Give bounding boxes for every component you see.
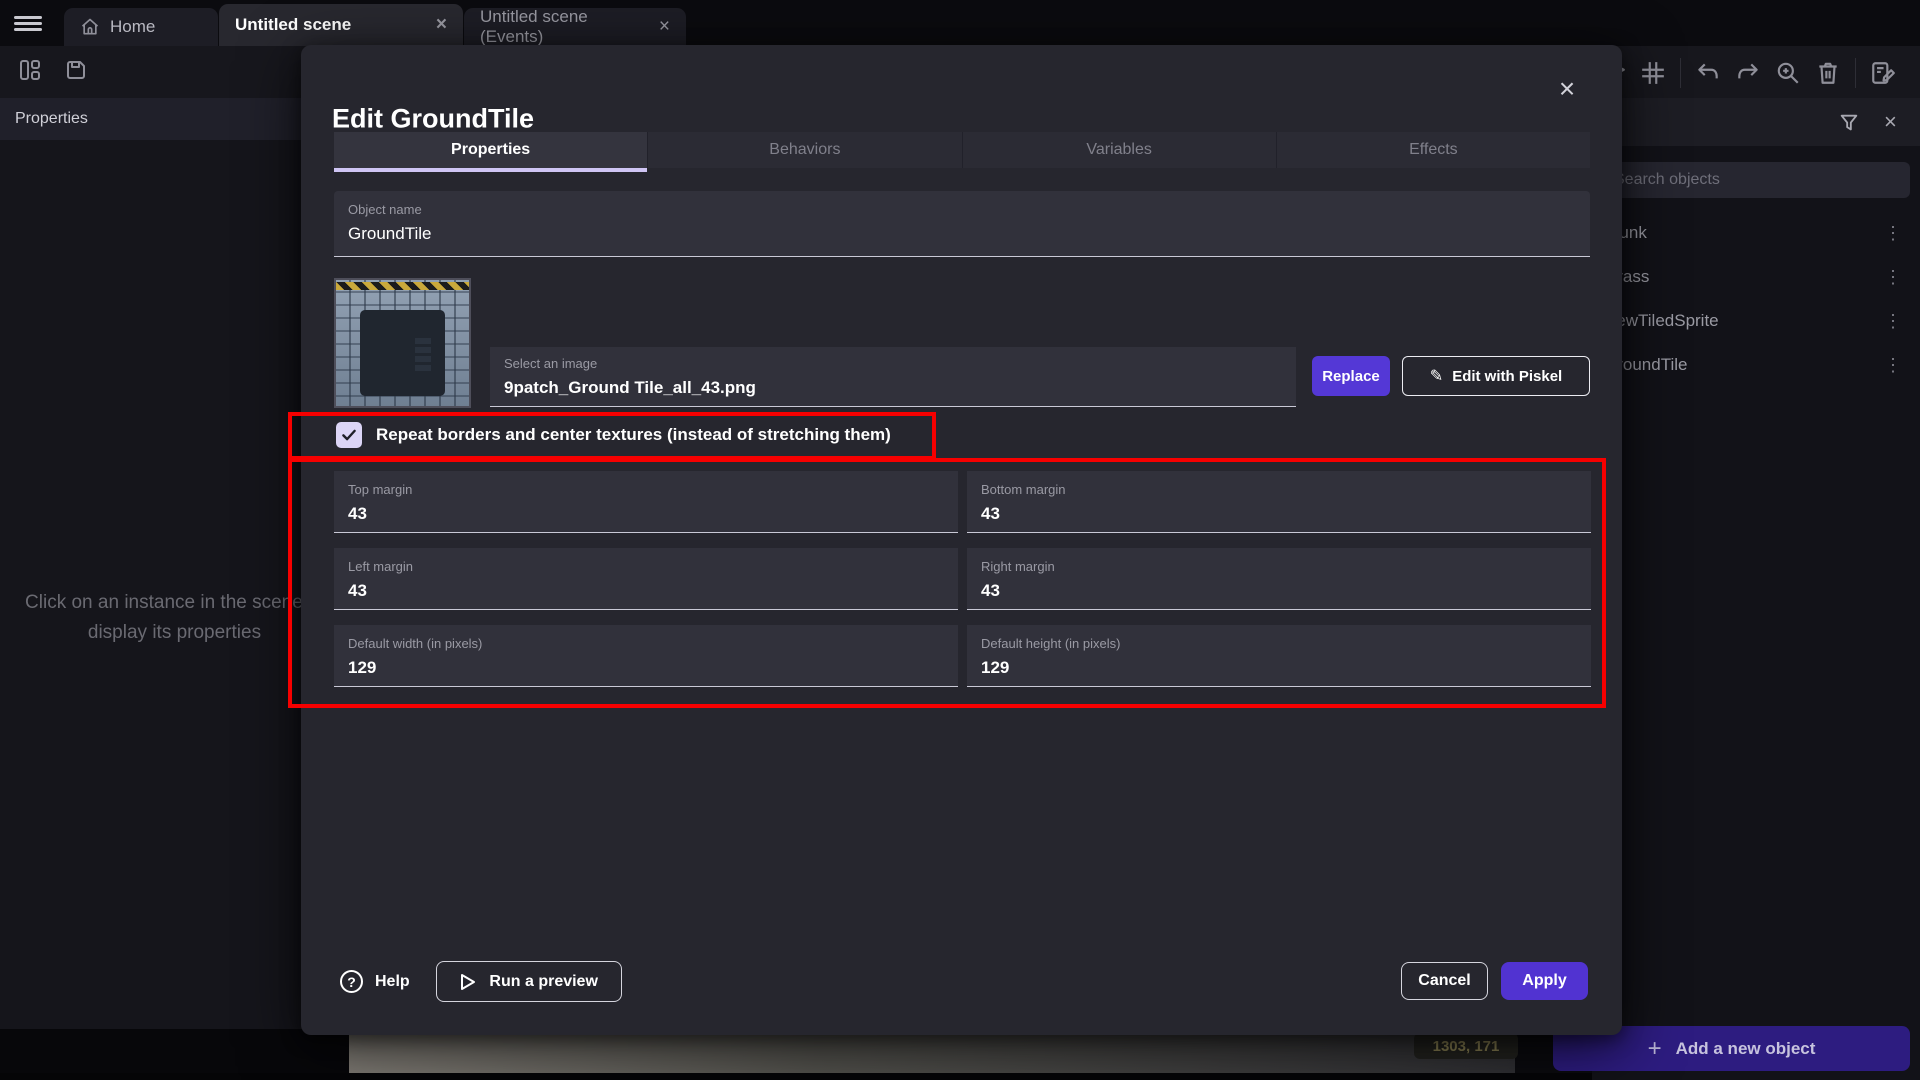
search-objects-input[interactable] — [1600, 162, 1910, 198]
main-menu-icon[interactable] — [14, 13, 42, 33]
object-menu-icon[interactable]: ⋮ — [1884, 311, 1902, 332]
object-name-field[interactable]: Object name GroundTile — [334, 191, 1590, 257]
right-margin-field[interactable]: Right margin 43 — [967, 548, 1591, 610]
properties-panel-header: Properties — [0, 98, 349, 140]
object-list-item[interactable]: NewTiledSprite ⋮ — [1592, 299, 1920, 343]
question-mark-icon: ? — [340, 970, 363, 993]
top-margin-label: Top margin — [348, 482, 412, 497]
default-width-label: Default width (in pixels) — [348, 636, 482, 651]
tab-label: Untitled scene (Events) — [480, 7, 649, 47]
tab-untitled-scene[interactable]: Untitled scene × — [219, 4, 463, 46]
bottom-margin-value: 43 — [981, 504, 1000, 524]
dialog-tab-variables[interactable]: Variables — [963, 132, 1277, 168]
play-icon — [459, 973, 477, 991]
dialog-tabs: Properties Behaviors Variables Effects — [334, 132, 1590, 168]
close-tab-icon[interactable]: × — [659, 16, 670, 38]
undo-icon[interactable] — [1695, 60, 1721, 86]
tile-image-thumbnail[interactable] — [334, 278, 471, 408]
object-list-item[interactable]: Grass ⋮ — [1592, 255, 1920, 299]
tile-center — [360, 310, 445, 396]
object-menu-icon[interactable]: ⋮ — [1884, 267, 1902, 288]
dialog-title: Edit GroundTile — [332, 104, 534, 135]
edit-scene-properties-icon[interactable] — [1870, 60, 1896, 86]
default-height-field[interactable]: Default height (in pixels) 129 — [967, 625, 1591, 687]
cursor-coordinates-badge: 1303, 171 — [1414, 1033, 1518, 1059]
save-icon[interactable] — [64, 58, 88, 82]
default-height-label: Default height (in pixels) — [981, 636, 1120, 651]
plus-icon: + — [1648, 1035, 1662, 1063]
properties-panel: Click on an instance in the scene to dis… — [0, 140, 349, 1029]
tab-home[interactable]: Home — [64, 8, 218, 46]
cancel-button[interactable]: Cancel — [1401, 962, 1488, 1000]
bottom-margin-label: Bottom margin — [981, 482, 1066, 497]
close-panel-icon[interactable]: × — [1884, 112, 1897, 132]
default-width-field[interactable]: Default width (in pixels) 129 — [334, 625, 958, 687]
dialog-close-icon[interactable]: × — [1551, 73, 1583, 105]
pencil-icon: ✎ — [1430, 366, 1443, 386]
object-menu-icon[interactable]: ⋮ — [1884, 355, 1902, 376]
grid-icon[interactable] — [1640, 60, 1666, 86]
apply-button[interactable]: Apply — [1501, 962, 1588, 1000]
left-margin-value: 43 — [348, 581, 367, 601]
object-list-item[interactable]: GroundTile ⋮ — [1592, 343, 1920, 387]
edit-with-piskel-label: Edit with Piskel — [1452, 368, 1562, 385]
left-margin-label: Left margin — [348, 559, 413, 574]
repeat-borders-label: Repeat borders and center textures (inst… — [376, 425, 891, 445]
objects-panel-header — [1592, 98, 1920, 146]
image-select-label: Select an image — [504, 356, 597, 371]
run-preview-label: Run a preview — [489, 973, 597, 991]
redo-icon[interactable] — [1735, 60, 1761, 86]
toolbar-divider — [1855, 58, 1856, 88]
default-width-value: 129 — [348, 658, 376, 678]
right-margin-label: Right margin — [981, 559, 1055, 574]
repeat-borders-row: Repeat borders and center textures (inst… — [336, 422, 891, 448]
filter-icon[interactable] — [1838, 112, 1860, 134]
home-icon — [80, 17, 100, 37]
object-name-value: GroundTile — [348, 224, 431, 244]
right-margin-value: 43 — [981, 581, 1000, 601]
dialog-tab-properties[interactable]: Properties — [334, 132, 648, 168]
run-preview-button[interactable]: Run a preview — [436, 961, 622, 1002]
help-button[interactable]: ? Help — [340, 970, 410, 993]
tab-untitled-scene-events[interactable]: Untitled scene (Events) × — [464, 8, 686, 46]
properties-panel-title: Properties — [15, 110, 88, 128]
open-panels-icon[interactable] — [18, 58, 42, 82]
image-select-field[interactable]: Select an image 9patch_Ground Tile_all_4… — [490, 347, 1296, 407]
bottom-margin-field[interactable]: Bottom margin 43 — [967, 471, 1591, 533]
default-height-value: 129 — [981, 658, 1009, 678]
add-new-object-label: Add a new object — [1676, 1039, 1816, 1059]
edit-with-piskel-button[interactable]: ✎ Edit with Piskel — [1402, 356, 1590, 396]
close-tab-icon[interactable]: × — [436, 14, 447, 36]
tab-label: Home — [110, 17, 155, 37]
object-menu-icon[interactable]: ⋮ — [1884, 223, 1902, 244]
properties-empty-message: Click on an instance in the scene to dis… — [0, 588, 349, 648]
tab-bar: Home Untitled scene × Untitled scene (Ev… — [0, 0, 1920, 46]
tab-label: Untitled scene — [235, 15, 351, 35]
edit-object-dialog: Edit GroundTile × Properties Behaviors V… — [301, 45, 1622, 1035]
toolbar-divider — [1680, 58, 1681, 88]
top-margin-value: 43 — [348, 504, 367, 524]
zoom-in-icon[interactable] — [1775, 60, 1801, 86]
top-margin-field[interactable]: Top margin 43 — [334, 471, 958, 533]
dialog-tab-effects[interactable]: Effects — [1277, 132, 1590, 168]
trash-icon[interactable] — [1815, 60, 1841, 86]
object-list-item[interactable]: Trunk ⋮ — [1592, 211, 1920, 255]
replace-button[interactable]: Replace — [1312, 356, 1390, 396]
dialog-tab-behaviors[interactable]: Behaviors — [648, 132, 962, 168]
repeat-borders-checkbox[interactable] — [336, 422, 362, 448]
app-window: Home Untitled scene × Untitled scene (Ev… — [0, 0, 1920, 1080]
image-file-name: 9patch_Ground Tile_all_43.png — [504, 378, 756, 398]
help-label: Help — [375, 973, 410, 991]
tile-hazard-stripe — [336, 282, 469, 290]
object-name-label: Object name — [348, 202, 422, 217]
left-margin-field[interactable]: Left margin 43 — [334, 548, 958, 610]
